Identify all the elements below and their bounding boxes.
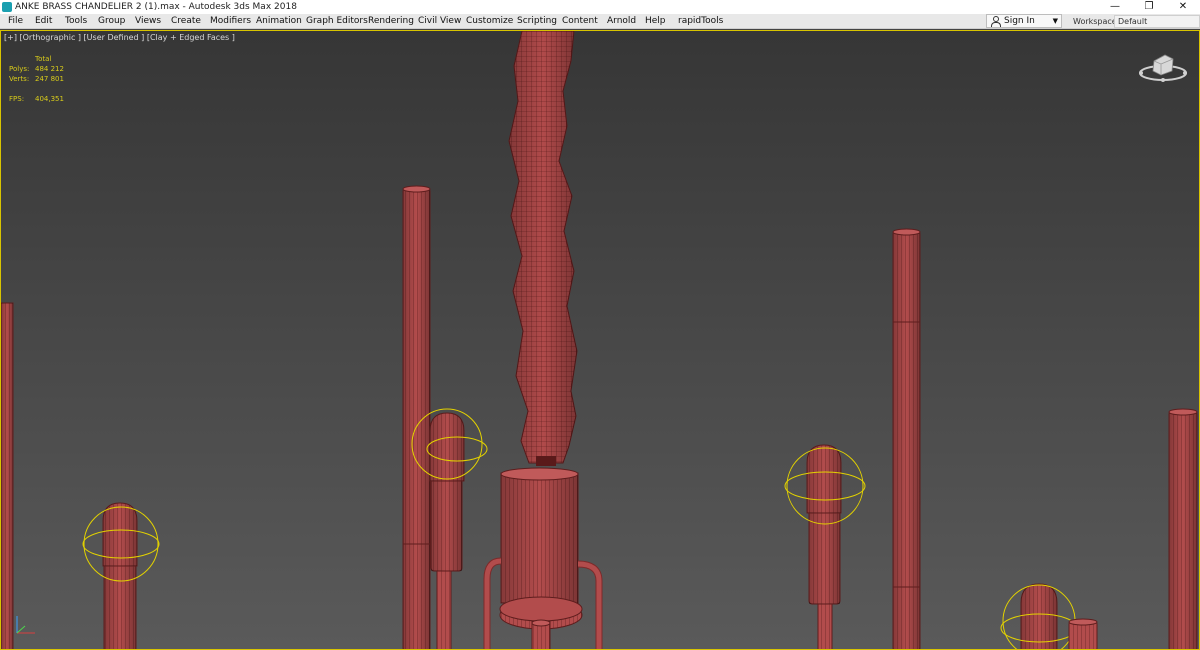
menu-help[interactable]: Help: [645, 14, 666, 29]
menu-rendering[interactable]: Rendering: [368, 14, 414, 29]
menu-group[interactable]: Group: [98, 14, 125, 29]
menu-views[interactable]: Views: [135, 14, 161, 29]
menu-graph-editors[interactable]: Graph Editors: [306, 14, 368, 29]
app-logo-icon: [2, 2, 12, 12]
rod-tall-1: [402, 185, 431, 649]
rod-right: [1168, 408, 1198, 649]
menu-rapidtools[interactable]: rapidTools: [678, 14, 723, 29]
close-button[interactable]: ✕: [1166, 0, 1200, 14]
menu-animation[interactable]: Animation: [256, 14, 302, 29]
menu-scripting[interactable]: Scripting: [517, 14, 557, 29]
cloth-column: [508, 31, 578, 466]
scene-render: [1, 31, 1198, 649]
menu-modifiers[interactable]: Modifiers: [210, 14, 251, 29]
candle-holder-4: [1000, 583, 1078, 649]
center-base: [483, 467, 603, 649]
fps-label: FPS:: [9, 95, 25, 103]
rod-left-edge: [1, 302, 14, 649]
menu-civil-view[interactable]: Civil View: [418, 14, 461, 29]
title-bar: ANKE BRASS CHANDELIER 2 (1).max - Autode…: [0, 0, 1200, 14]
minimize-button[interactable]: —: [1098, 0, 1132, 14]
viewport-orthographic[interactable]: [+] [Orthographic ] [User Defined ] [Cla…: [0, 30, 1200, 650]
restore-button[interactable]: ❐: [1132, 0, 1166, 14]
user-icon: [990, 16, 1001, 27]
chevron-down-icon: ▼: [1052, 17, 1058, 25]
axis-tripod-icon: [16, 616, 35, 634]
viewcube-icon[interactable]: [1137, 51, 1189, 85]
verts-value: 247 801: [35, 75, 64, 83]
window-title: ANKE BRASS CHANDELIER 2 (1).max - Autode…: [15, 2, 297, 12]
candle-holder-3: [784, 444, 866, 649]
menu-edit[interactable]: Edit: [35, 14, 52, 29]
window-controls: — ❐ ✕: [1098, 0, 1200, 14]
menu-content[interactable]: Content: [562, 14, 598, 29]
candle-holder-1: [82, 502, 160, 649]
menu-tools[interactable]: Tools: [65, 14, 87, 29]
rod-tall-2: [892, 228, 921, 649]
verts-label: Verts:: [9, 75, 30, 83]
post-small: [1068, 618, 1098, 649]
polys-value: 484 212: [35, 65, 64, 73]
workspace-select[interactable]: Default: [1114, 15, 1200, 28]
sign-in-label: Sign In: [1004, 16, 1035, 26]
menu-file[interactable]: File: [8, 14, 23, 29]
scene-statistics: Total Polys: 484 212 Verts: 247 801 FPS: 40…: [9, 54, 64, 104]
viewport-label[interactable]: [+] [Orthographic ] [User Defined ] [Cla…: [4, 33, 235, 42]
stats-header: Total: [35, 55, 52, 63]
sign-in-dropdown[interactable]: Sign In ▼: [986, 14, 1062, 28]
menu-customize[interactable]: Customize: [466, 14, 513, 29]
menu-create[interactable]: Create: [171, 14, 201, 29]
fps-value: 404,351: [35, 95, 64, 103]
menu-arnold[interactable]: Arnold: [607, 14, 636, 29]
polys-label: Polys:: [9, 65, 30, 73]
menu-bar: File Edit Tools Group Views Create Modif…: [0, 14, 1200, 29]
